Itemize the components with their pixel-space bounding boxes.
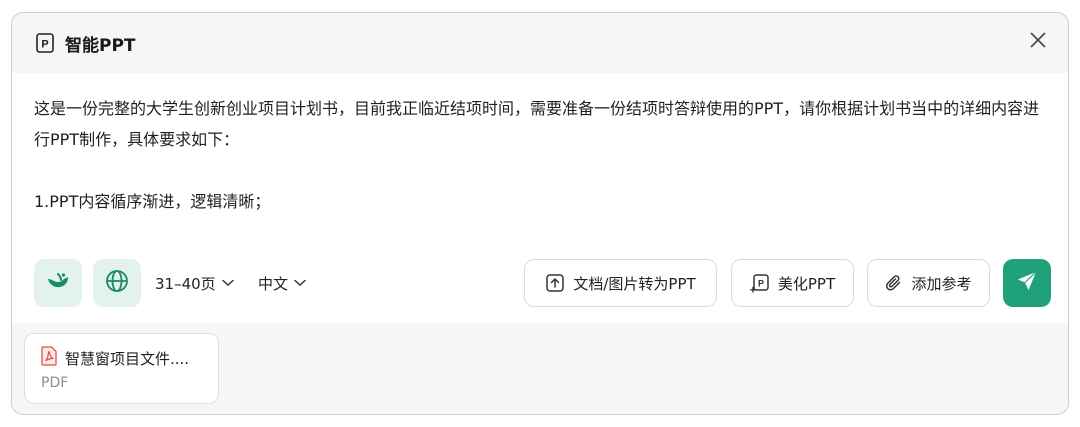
paperclip-icon	[885, 274, 903, 292]
svg-text:P: P	[41, 39, 48, 51]
attachment-name-row: 智慧窗项目文件....	[41, 346, 189, 370]
prompt-input[interactable]: 这是一份完整的大学生创新创业项目计划书，目前我正临近结项时间，需要准备一份结项时…	[34, 93, 1044, 217]
ppt-dialog: P 智能PPT 这是一份完整的大学生创新创业项目计划书，目前我正临近结项时间，需…	[11, 12, 1069, 415]
attachment-file-type: PDF	[41, 375, 69, 391]
language-dropdown[interactable]: 中文	[258, 271, 306, 295]
globe-icon	[105, 269, 129, 297]
bird-logo-icon	[46, 270, 70, 296]
chevron-down-icon	[294, 279, 306, 287]
input-toolbar: 31–40页 中文 文档/图片转为PPT P 美化PPT 添加参考	[12, 259, 1068, 307]
model-button[interactable]	[34, 259, 82, 307]
convert-to-ppt-label: 文档/图片转为PPT	[573, 274, 696, 293]
pdf-file-icon	[41, 346, 57, 370]
language-label: 中文	[258, 274, 289, 293]
beautify-ppt-label: 美化PPT	[777, 274, 836, 293]
upload-icon	[545, 273, 565, 293]
page-range-label: 31–40页	[155, 274, 216, 293]
attachment-card[interactable]: 智慧窗项目文件.... PDF	[24, 333, 219, 404]
paper-plane-icon	[1016, 270, 1038, 296]
attachment-file-name: 智慧窗项目文件....	[65, 349, 190, 368]
dialog-header: P 智能PPT	[12, 13, 1068, 73]
add-reference-button[interactable]: 添加参考	[867, 259, 990, 307]
close-icon	[1030, 32, 1046, 52]
close-button[interactable]	[1026, 30, 1050, 54]
ppt-logo-icon: P	[36, 33, 56, 53]
dialog-title: 智能PPT	[65, 35, 136, 56]
send-button[interactable]	[1003, 259, 1051, 307]
prompt-editor[interactable]: 这是一份完整的大学生创新创业项目计划书，目前我正临近结项时间，需要准备一份结项时…	[12, 73, 1068, 323]
web-search-button[interactable]	[93, 259, 141, 307]
chevron-down-icon	[221, 279, 234, 287]
add-reference-label: 添加参考	[911, 274, 972, 293]
convert-to-ppt-button[interactable]: 文档/图片转为PPT	[524, 259, 717, 307]
page-range-dropdown[interactable]: 31–40页	[155, 271, 234, 295]
svg-text:P: P	[758, 279, 764, 289]
ppt-sparkle-icon: P	[749, 273, 770, 293]
beautify-ppt-button[interactable]: P 美化PPT	[731, 259, 854, 307]
